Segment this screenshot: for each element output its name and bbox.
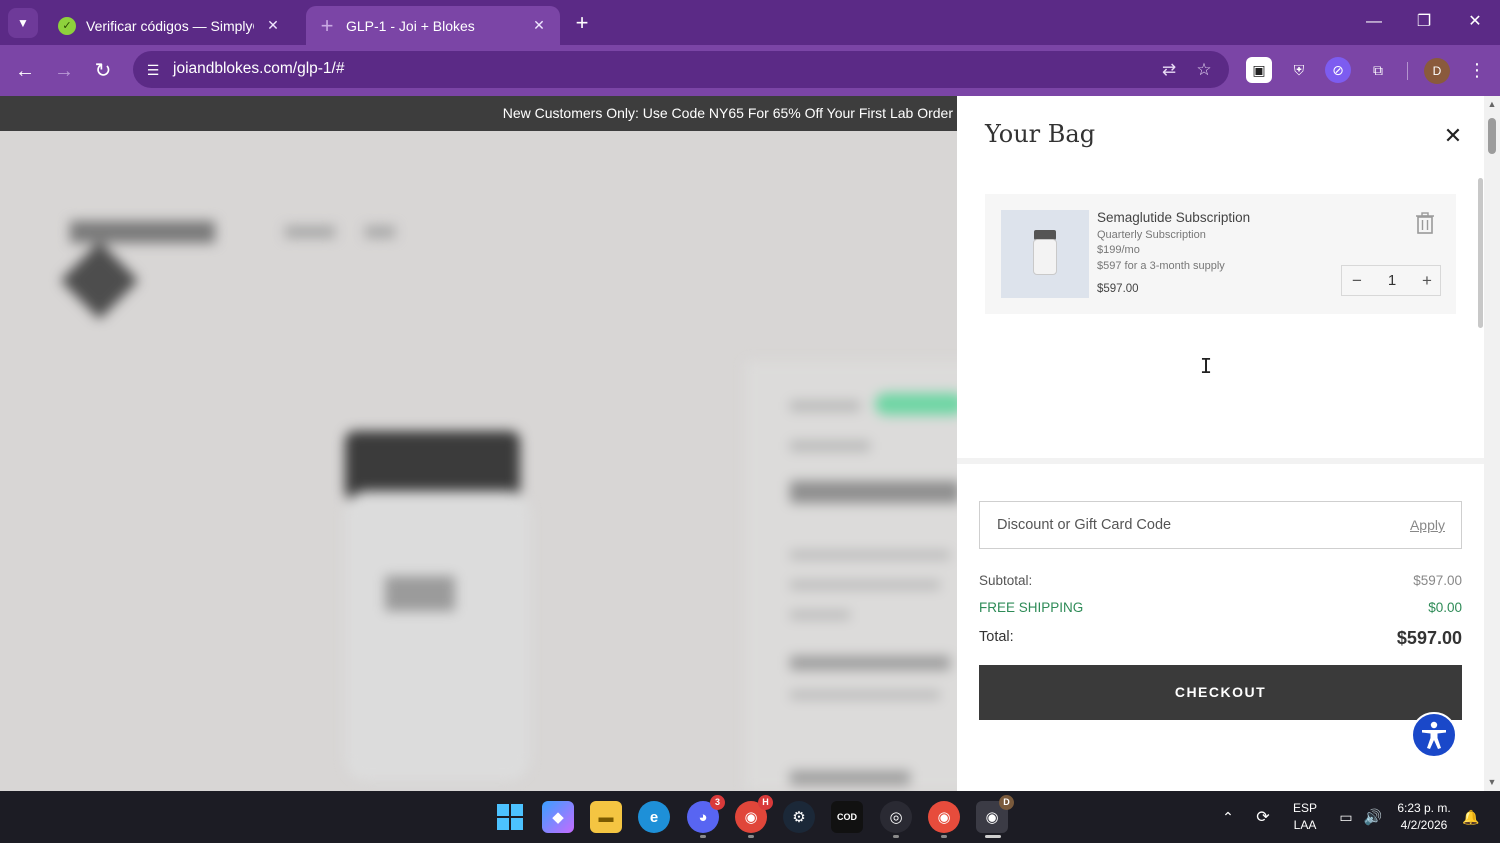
forward-button[interactable]: → [49, 56, 79, 86]
back-button[interactable]: ← [10, 56, 40, 86]
extension-icon[interactable]: ▣ [1246, 57, 1272, 83]
apply-discount-button[interactable]: Apply [1410, 517, 1445, 533]
reload-button[interactable]: ↻ [88, 56, 118, 86]
toolbar-divider [1407, 62, 1408, 80]
chrome-active-icon[interactable]: ◉ D [976, 795, 1014, 833]
joi-blokes-favicon-icon: + [320, 12, 334, 38]
section-divider [957, 458, 1484, 464]
decrease-quantity-button[interactable]: − [1342, 266, 1372, 295]
clock[interactable]: 6:23 p. m. 4/2/2026 [1390, 791, 1458, 843]
cart-item: Semaglutide Subscription Quarterly Subsc… [985, 194, 1456, 314]
language-code: ESP [1292, 801, 1317, 815]
app-icon[interactable]: ◎ [880, 801, 912, 833]
chrome-icon[interactable]: ◉ H [735, 795, 773, 833]
accessibility-icon [1422, 721, 1446, 749]
close-window-button[interactable]: ✕ [1455, 8, 1495, 36]
address-bar[interactable]: ☰ joiandblokes.com/glp-1/# ⇄ ☆ [133, 51, 1229, 88]
language-indicator[interactable]: ESP LAA [1286, 791, 1324, 843]
increase-quantity-button[interactable]: + [1412, 266, 1442, 295]
tab-glp1[interactable]: + GLP-1 - Joi + Blokes ✕ [306, 6, 560, 45]
item-plan: Quarterly Subscription [1097, 229, 1206, 241]
tab-title: GLP-1 - Joi + Blokes [346, 17, 475, 34]
copilot-icon[interactable]: ◆ [542, 801, 574, 833]
product-thumbnail[interactable] [1001, 210, 1089, 298]
item-monthly-price: $199/mo [1097, 244, 1140, 256]
scroll-up-icon[interactable]: ▲ [1487, 99, 1497, 109]
taskbar: ◆ ▬ e ◕ 3 ◉ H ⚙ COD ◎ ◉ ◉ D ⌃ ⟳ ESP LAA ▭ 🔊 … [0, 791, 1500, 843]
windows-start-icon[interactable] [494, 801, 526, 833]
page-content: New Customers Only: Use Code NY65 For 65… [0, 96, 957, 791]
extensions-puzzle-icon[interactable]: ⧉ [1365, 57, 1391, 83]
notification-badge: 3 [710, 795, 725, 810]
tab-strip: ▼ ✓ Verificar códigos — SimplyCode ✕ + G… [0, 0, 1500, 45]
tab-title: Verificar códigos — SimplyCode [86, 17, 254, 34]
subtotal-value: $597.00 [1413, 573, 1462, 588]
simplycodes-favicon-icon: ✓ [58, 16, 76, 35]
cart-title: Your Bag [985, 120, 1096, 148]
notifications-icon[interactable]: 🔔 [1460, 791, 1482, 843]
accessibility-button[interactable] [1411, 712, 1457, 758]
sync-icon[interactable]: ⟳ [1250, 791, 1276, 843]
scroll-down-icon[interactable]: ▼ [1487, 777, 1497, 787]
tab-simplycodes[interactable]: ✓ Verificar códigos — SimplyCode ✕ [46, 6, 294, 45]
file-explorer-icon[interactable]: ▬ [590, 801, 622, 833]
network-icon[interactable]: ▭ [1334, 791, 1358, 843]
text-cursor-icon: I [1200, 354, 1213, 378]
tab-search-button[interactable]: ▼ [8, 8, 38, 38]
bookmark-star-icon[interactable]: ☆ [1192, 58, 1216, 82]
notification-badge: H [758, 795, 773, 810]
profile-avatar[interactable]: D [1424, 58, 1450, 84]
discord-icon[interactable]: ◕ 3 [687, 795, 725, 833]
item-name[interactable]: Semaglutide Subscription [1097, 210, 1250, 225]
shield-extension-icon[interactable]: ⛨ [1286, 57, 1312, 83]
restore-button[interactable]: ❐ [1404, 8, 1444, 36]
total-value: $597.00 [1396, 628, 1462, 648]
cart-drawer: Your Bag ✕ Semaglutide Subscription Quar… [957, 96, 1484, 791]
quantity-stepper: − 1 + [1341, 265, 1441, 296]
clock-date: 4/2/2026 [1400, 818, 1448, 832]
scrollbar-thumb[interactable] [1488, 118, 1496, 154]
minimize-button[interactable]: — [1354, 8, 1394, 36]
page-scrollbar[interactable]: ▲ ▼ [1484, 96, 1500, 791]
item-supply: $597 for a 3-month supply [1097, 260, 1225, 272]
chevron-down-icon: ▼ [17, 16, 29, 30]
shipping-value: $0.00 [1428, 600, 1462, 615]
profile-badge: D [999, 795, 1014, 810]
menu-kebab-icon[interactable]: ⋮ [1464, 57, 1490, 83]
close-tab-icon[interactable]: ✕ [530, 17, 548, 34]
shipping-label: FREE SHIPPING [979, 600, 1084, 615]
edge-icon[interactable]: e [638, 801, 670, 833]
trash-icon[interactable] [1415, 212, 1435, 234]
show-hidden-icons-icon[interactable]: ⌃ [1216, 791, 1240, 843]
subtotal-label: Subtotal: [979, 573, 1033, 588]
volume-icon[interactable]: 🔊 [1360, 791, 1386, 843]
url-text[interactable]: joiandblokes.com/glp-1/# [173, 60, 344, 78]
close-tab-icon[interactable]: ✕ [264, 17, 282, 34]
new-tab-button[interactable]: + [568, 9, 596, 37]
chrome-profile-icon[interactable]: ◉ [928, 801, 960, 833]
translate-icon[interactable]: ⇄ [1157, 58, 1181, 82]
clock-time: 6:23 p. m. [1397, 801, 1451, 815]
browser-toolbar: ← → ↻ ☰ joiandblokes.com/glp-1/# ⇄ ☆ ▣ ⛨… [0, 45, 1500, 96]
quantity-value[interactable]: 1 [1372, 266, 1412, 295]
call-of-duty-icon[interactable]: COD [831, 801, 863, 833]
promo-banner: New Customers Only: Use Code NY65 For 65… [0, 96, 957, 131]
item-price: $597.00 [1097, 283, 1139, 295]
steam-icon[interactable]: ⚙ [783, 801, 815, 833]
total-label: Total: [979, 629, 1014, 645]
simplycodes-extension-icon[interactable]: ⊘ [1325, 57, 1351, 83]
discount-field: Apply [979, 501, 1462, 549]
keyboard-layout: LAA [1293, 818, 1317, 832]
checkout-button[interactable]: CHECKOUT [979, 665, 1462, 720]
discount-input[interactable] [980, 502, 1380, 548]
blurred-background [0, 131, 957, 791]
site-info-icon[interactable]: ☰ [143, 60, 163, 80]
drawer-scrollbar[interactable] [1478, 178, 1483, 328]
close-cart-button[interactable]: ✕ [1441, 124, 1465, 148]
